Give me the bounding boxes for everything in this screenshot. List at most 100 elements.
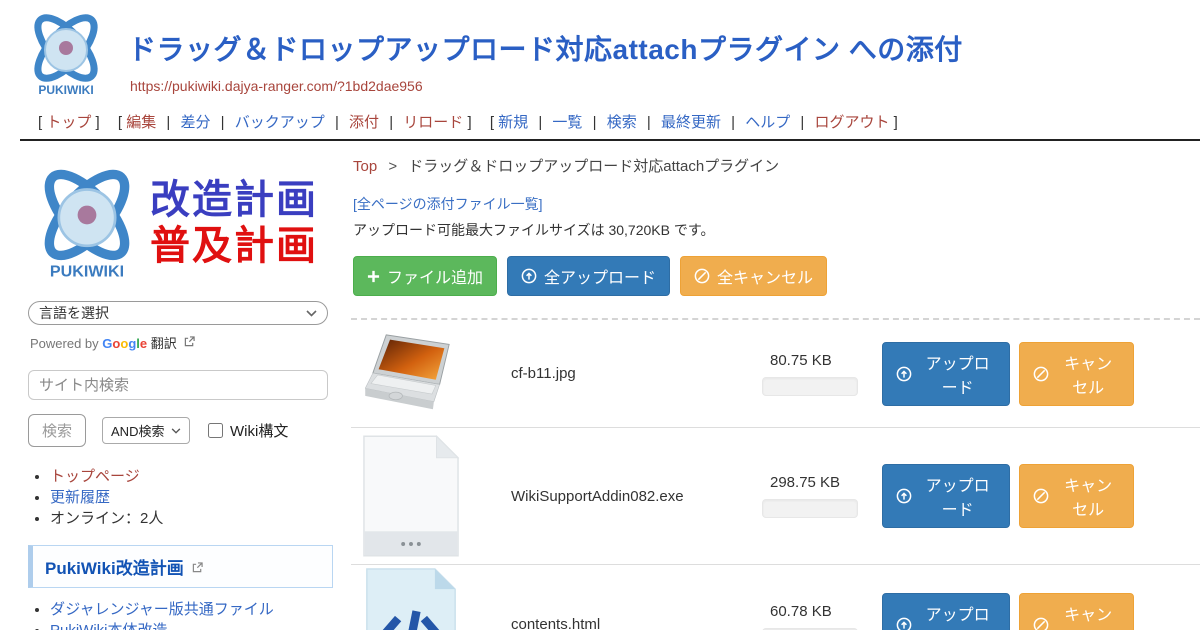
file-name: cf-b11.jpg <box>461 365 762 382</box>
search-input[interactable] <box>28 370 328 400</box>
cancel-circle-icon <box>694 268 710 284</box>
list-item: ダジャレンジャー版共通ファイル <box>50 600 331 620</box>
atom-icon: PUKIWIKI <box>22 8 110 100</box>
generic-file-icon <box>361 434 461 558</box>
breadcrumb-current-page: ドラッグ＆ドロップアップロード対応attachプラグイン <box>408 158 779 175</box>
nav-logout[interactable]: ログアウト <box>814 114 889 131</box>
language-select[interactable]: 言語を選択 <box>28 301 328 325</box>
breadcrumb-home-link[interactable]: Top <box>353 158 377 175</box>
list-item: オンライン：2人 <box>50 509 331 529</box>
list-item: トップページ <box>50 467 331 487</box>
sidebar-link-core-mods[interactable]: PukiWiki本体改造 <box>50 622 168 630</box>
separator: | <box>389 114 393 131</box>
sidebar-section-link[interactable]: PukiWiki改造計画 <box>45 559 184 578</box>
svg-text:PUKIWIKI: PUKIWIKI <box>50 263 124 281</box>
file-size: 80.75 KB <box>762 352 882 369</box>
header: PUKIWIKI ドラッグ＆ドロップアップロード対応attachプラグイン への… <box>0 0 1200 141</box>
breadcrumb: Top > ドラッグ＆ドロップアップロード対応attachプラグイン <box>353 155 1200 176</box>
pukiwiki-logo[interactable]: PUKIWIKI <box>20 8 112 105</box>
laptop-thumbnail <box>361 333 461 415</box>
upload-button[interactable]: アップロード <box>882 342 1010 406</box>
file-size: 60.78 KB <box>762 603 882 620</box>
cancel-all-button[interactable]: 全キャンセル <box>680 256 827 296</box>
file-dropzone[interactable]: cf-b11.jpg 80.75 KB アップロード <box>351 318 1200 630</box>
separator: | <box>221 114 225 131</box>
cancel-button[interactable]: キャンセル <box>1019 593 1134 630</box>
cancel-circle-icon <box>1033 617 1049 630</box>
upload-all-button[interactable]: 全アップロード <box>507 256 670 296</box>
code-file-icon <box>361 566 461 630</box>
online-count: オンライン：2人 <box>50 510 163 527</box>
nav-top[interactable]: トップ <box>46 114 91 131</box>
separator: | <box>593 114 597 131</box>
file-name: WikiSupportAddin082.exe <box>461 488 762 505</box>
breadcrumb-separator: > <box>388 158 397 175</box>
file-size: 298.75 KB <box>762 474 882 491</box>
wiki-syntax-label: Wiki構文 <box>230 420 288 441</box>
separator: | <box>166 114 170 131</box>
max-upload-size-text: アップロード可能最大ファイルサイズは 30,720KB です。 <box>353 220 1200 240</box>
nav-diff[interactable]: 差分 <box>180 114 210 131</box>
cancel-circle-icon <box>1033 488 1049 504</box>
svg-text:PUKIWIKI: PUKIWIKI <box>38 83 93 97</box>
upload-button[interactable]: アップロード <box>882 464 1010 528</box>
progress-bar <box>762 377 858 396</box>
upload-toolbar: ファイル追加 全アップロード 全キャンセル <box>353 256 1200 296</box>
cancel-circle-icon <box>1033 366 1049 382</box>
sidebar-plugin-links: ダジャレンジャー版共通ファイル PukiWiki本体改造 PukiWikiテキス… <box>50 600 331 630</box>
banner-slogan: 改造計画 普及計画 <box>150 177 318 269</box>
file-row: WikiSupportAddin082.exe 298.75 KB アップロード <box>351 428 1200 565</box>
bracket: ] <box>467 114 471 131</box>
chevron-down-icon <box>171 428 181 434</box>
sidebar: PUKIWIKI 改造計画 普及計画 言語を選択 Powered by Goog… <box>0 141 345 630</box>
top-navigation: [ トップ ] [ 編集 | 差分 | バックアップ | 添付 | リロード ]… <box>20 105 1200 139</box>
upload-circle-icon <box>521 268 537 284</box>
nav-help[interactable]: ヘルプ <box>745 114 790 131</box>
sidebar-link-common-files[interactable]: ダジャレンジャー版共通ファイル <box>50 601 274 618</box>
external-link-icon <box>192 562 203 573</box>
bracket: ] <box>96 114 100 131</box>
page-url-link[interactable]: https://pukiwiki.dajya-ranger.com/?1bd2d… <box>130 78 423 94</box>
bracket: ] <box>894 114 898 131</box>
nav-reload[interactable]: リロード <box>403 114 463 131</box>
chevron-down-icon <box>306 310 317 317</box>
separator: | <box>800 114 804 131</box>
upload-circle-icon <box>896 366 912 382</box>
external-link-icon <box>184 336 195 347</box>
upload-circle-icon <box>896 617 912 630</box>
search-button[interactable]: 検索 <box>28 414 86 447</box>
pukiwiki-banner[interactable]: PUKIWIKI 改造計画 普及計画 <box>28 159 331 287</box>
atom-icon: PUKIWIKI <box>28 159 146 287</box>
file-row: cf-b11.jpg 80.75 KB アップロード <box>351 320 1200 428</box>
nav-backup[interactable]: バックアップ <box>235 114 325 131</box>
search-mode-select[interactable]: AND検索 <box>102 417 190 444</box>
wiki-syntax-checkbox[interactable] <box>208 423 223 438</box>
upload-button[interactable]: アップロード <box>882 593 1010 630</box>
nav-attach[interactable]: 添付 <box>349 114 379 131</box>
plus-icon <box>367 270 380 283</box>
nav-search[interactable]: 検索 <box>607 114 637 131</box>
nav-edit[interactable]: 編集 <box>126 114 156 131</box>
nav-recent[interactable]: 最終更新 <box>661 114 721 131</box>
header-divider <box>20 139 1200 141</box>
sidebar-link-update-history[interactable]: 更新履歴 <box>50 489 110 506</box>
bracket: [ <box>38 114 42 131</box>
cancel-button[interactable]: キャンセル <box>1019 464 1134 528</box>
page-title: ドラッグ＆ドロップアップロード対応attachプラグイン への添付 <box>128 28 963 68</box>
nav-new[interactable]: 新規 <box>498 114 528 131</box>
main-content: Top > ドラッグ＆ドロップアップロード対応attachプラグイン [全ページ… <box>345 141 1200 630</box>
list-item: 更新履歴 <box>50 488 331 508</box>
separator: | <box>731 114 735 131</box>
progress-bar <box>762 499 858 518</box>
bracket: [ <box>118 114 122 131</box>
cancel-button[interactable]: キャンセル <box>1019 342 1134 406</box>
add-files-button[interactable]: ファイル追加 <box>353 256 497 296</box>
bracket: [ <box>490 114 494 131</box>
upload-circle-icon <box>896 488 912 504</box>
all-attachments-link[interactable]: [全ページの添付ファイル一覧] <box>353 194 543 214</box>
list-item: PukiWiki本体改造 <box>50 621 331 630</box>
file-name: contents.html <box>461 616 762 630</box>
sidebar-section-header: PukiWiki改造計画 <box>28 545 333 588</box>
sidebar-link-top-page[interactable]: トップページ <box>50 468 140 485</box>
nav-list[interactable]: 一覧 <box>552 114 582 131</box>
